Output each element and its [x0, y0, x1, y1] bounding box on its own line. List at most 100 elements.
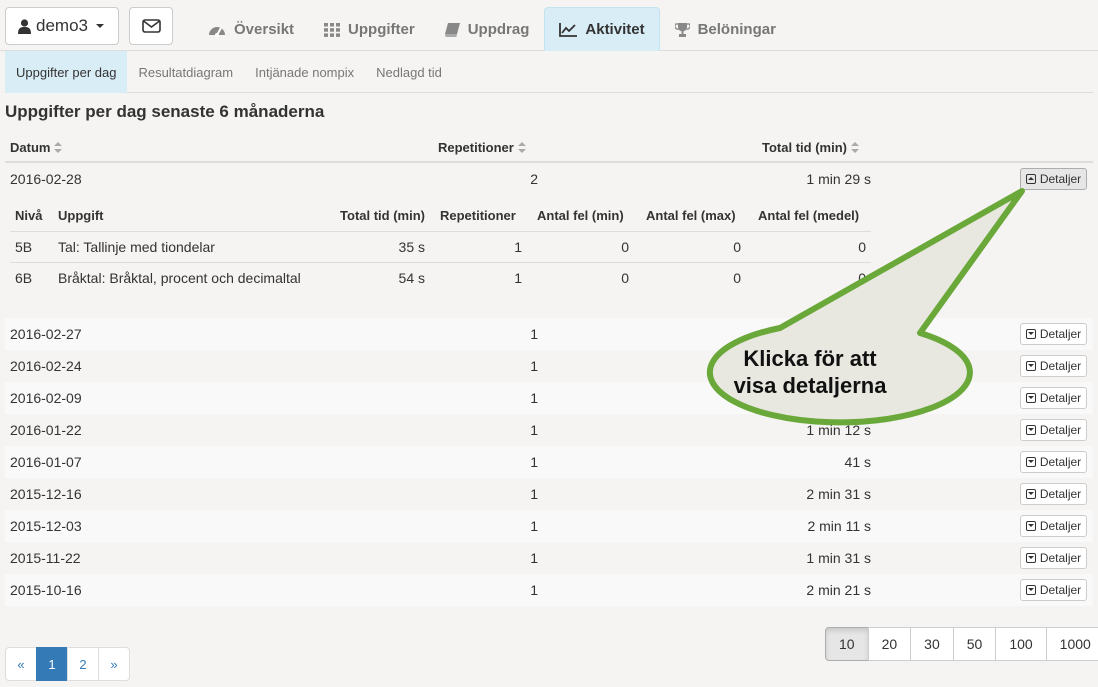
- column-header-date[interactable]: Datum: [10, 140, 63, 155]
- total-time-cell: 35 s: [398, 239, 425, 255]
- expand-icon: [1025, 361, 1036, 371]
- details-button[interactable]: Detaljer: [1020, 168, 1087, 190]
- sort-icon: [850, 141, 859, 154]
- user-menu-button[interactable]: demo3: [5, 7, 119, 45]
- details-button[interactable]: Detaljer: [1020, 515, 1087, 537]
- main-tabs: Översikt Uppgifter Uppdrag Aktivitet Bel…: [193, 7, 791, 51]
- chevron-down-icon: [95, 24, 104, 28]
- level-cell: 5B: [15, 239, 33, 255]
- expand-icon: [1025, 425, 1036, 435]
- repetitions-cell: 1: [530, 486, 538, 502]
- column-label: Total tid (min): [762, 140, 847, 155]
- details-button[interactable]: Detaljer: [1020, 355, 1087, 377]
- details-label: Detaljer: [1039, 583, 1082, 597]
- errors-min-cell: 0: [621, 239, 629, 255]
- date-cell: 2015-11-22: [10, 550, 81, 566]
- repetitions-cell: 1: [530, 454, 538, 470]
- tab-label: Uppdrag: [467, 21, 530, 38]
- details-row: 5B Tal: Tallinje med tiondelar 35 s 1 0 …: [10, 232, 871, 263]
- table-row: 2016-02-09 1 Detaljer: [5, 382, 1093, 414]
- user-name: demo3: [36, 16, 88, 35]
- tab-uppdrag[interactable]: Uppdrag: [430, 7, 545, 51]
- details-button[interactable]: Detaljer: [1020, 387, 1087, 409]
- page-size-100[interactable]: 100: [995, 627, 1047, 661]
- details-label: Detaljer: [1039, 359, 1082, 373]
- details-button[interactable]: Detaljer: [1020, 483, 1087, 505]
- callout-text: Klicka för att visa detaljerna: [693, 345, 927, 399]
- details-label: Detaljer: [1039, 423, 1082, 437]
- table-row: 2015-12-03 1 2 min 11 s Detaljer: [5, 510, 1093, 542]
- expand-icon: [1025, 521, 1036, 531]
- envelope-icon: [141, 19, 161, 33]
- page-size-20[interactable]: 20: [867, 627, 912, 661]
- trophy-icon: [674, 22, 690, 37]
- level-cell: 6B: [15, 270, 33, 286]
- details-column-errors-min: Antal fel (min): [537, 208, 624, 223]
- book-icon: [444, 22, 460, 37]
- page-size-50[interactable]: 50: [952, 627, 997, 661]
- repetitions-cell: 1: [530, 326, 538, 342]
- next-page-button[interactable]: »: [98, 647, 130, 681]
- subtab-nedlagd-tid[interactable]: Nedlagd tid: [365, 51, 453, 93]
- tab-oversikt[interactable]: Översikt: [193, 7, 309, 51]
- page-1-button[interactable]: 1: [36, 647, 68, 681]
- subtab-uppgifter-per-dag[interactable]: Uppgifter per dag: [5, 51, 128, 93]
- repetitions-cell: 2: [530, 171, 538, 187]
- table-row: 2016-02-27 1 Detaljer: [5, 318, 1093, 350]
- expand-icon: [1025, 393, 1036, 403]
- table-row: 2016-02-28 2 1 min 29 s Detaljer: [5, 163, 1093, 195]
- details-label: Detaljer: [1039, 551, 1082, 565]
- details-button[interactable]: Detaljer: [1020, 451, 1087, 473]
- prev-page-button[interactable]: «: [5, 647, 37, 681]
- total-time-cell: 54 s: [398, 270, 425, 286]
- task-cell: Tal: Tallinje med tiondelar: [58, 239, 215, 255]
- sort-icon: [54, 141, 63, 154]
- callout-line-2: visa detaljerna: [733, 373, 887, 398]
- subtab-intjanade-nompix[interactable]: Intjänade nompix: [244, 51, 365, 93]
- tab-beloningar[interactable]: Belöningar: [660, 7, 791, 51]
- details-button[interactable]: Detaljer: [1020, 579, 1087, 601]
- details-button[interactable]: Detaljer: [1020, 323, 1087, 345]
- repetitions-cell: 1: [530, 518, 538, 534]
- column-label: Datum: [10, 140, 51, 155]
- details-column-repetitions: Repetitioner: [440, 208, 516, 223]
- errors-max-cell: 0: [733, 270, 741, 286]
- column-header-repetitions[interactable]: Repetitioner: [438, 140, 526, 155]
- repetitions-cell: 1: [530, 550, 538, 566]
- column-header-total-time[interactable]: Total tid (min): [762, 140, 859, 155]
- page-2-button[interactable]: 2: [67, 647, 99, 681]
- tab-label: Belöningar: [697, 21, 776, 38]
- errors-min-cell: 0: [621, 270, 629, 286]
- collapse-icon: [1025, 174, 1036, 184]
- task-cell: Bråktal: Bråktal, procent och decimaltal: [58, 270, 301, 286]
- date-cell: 2016-02-09: [10, 390, 82, 406]
- table-row: 2015-10-16 1 2 min 21 s Detaljer: [5, 574, 1093, 606]
- subtab-resultatdiagram[interactable]: Resultatdiagram: [127, 51, 244, 93]
- details-label: Detaljer: [1039, 487, 1082, 501]
- callout-line-1: Klicka för att: [743, 346, 877, 371]
- repetitions-cell: 1: [530, 422, 538, 438]
- messages-button[interactable]: [129, 7, 173, 45]
- date-cell: 2015-12-16: [10, 486, 82, 502]
- page-size-1000[interactable]: 1000: [1045, 627, 1098, 661]
- line-chart-icon: [559, 22, 578, 37]
- repetitions-cell: 1: [530, 582, 538, 598]
- total-time-cell: 2 min 11 s: [807, 518, 871, 534]
- page-size-30[interactable]: 30: [910, 627, 954, 661]
- grid-icon: [324, 22, 341, 37]
- expand-icon: [1025, 457, 1036, 467]
- date-cell: 2016-02-27: [10, 326, 82, 342]
- tab-uppgifter[interactable]: Uppgifter: [309, 7, 430, 51]
- details-button[interactable]: Detaljer: [1020, 419, 1087, 441]
- user-icon: [18, 18, 31, 34]
- total-time-cell: 2 min 21 s: [806, 582, 871, 598]
- page-size-10[interactable]: 10: [825, 627, 869, 661]
- tab-aktivitet[interactable]: Aktivitet: [544, 7, 660, 51]
- details-row: 6B Bråktal: Bråktal, procent och decimal…: [10, 263, 871, 294]
- date-cell: 2015-12-03: [10, 518, 82, 534]
- details-button[interactable]: Detaljer: [1020, 547, 1087, 569]
- total-time-cell: 1 min 31 s: [806, 550, 871, 566]
- details-label: Detaljer: [1039, 327, 1082, 341]
- tab-label: Uppgifter: [348, 21, 415, 38]
- repetitions-cell: 1: [514, 270, 522, 286]
